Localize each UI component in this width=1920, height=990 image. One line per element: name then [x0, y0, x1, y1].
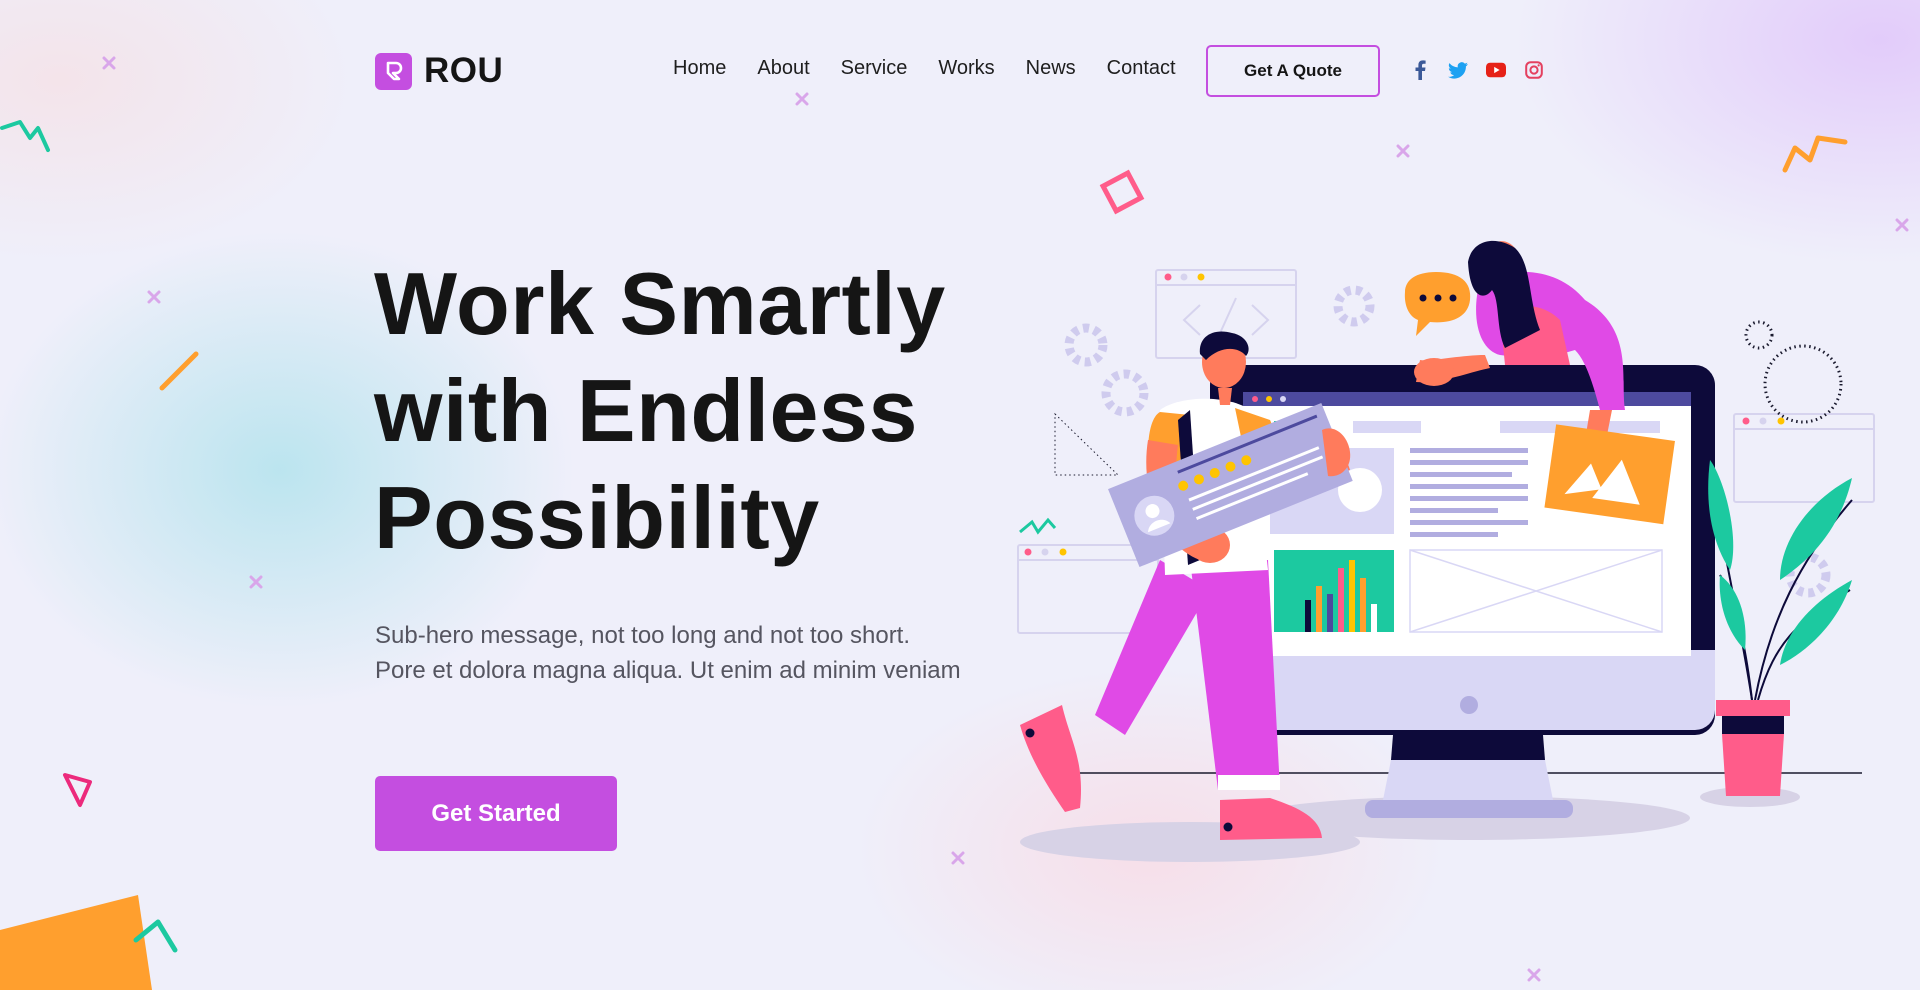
hero-subtitle: Sub-hero message, not too long and not t… [375, 622, 961, 684]
hero-title-line: with Endless [374, 361, 918, 460]
social-links [1410, 60, 1544, 80]
plant-icon [1708, 459, 1853, 796]
get-a-quote-button[interactable]: Get A Quote [1206, 45, 1380, 97]
hero-title-line: Work Smartly [374, 254, 946, 353]
speech-bubble-icon [1404, 272, 1471, 336]
image-card-icon [1544, 424, 1675, 525]
youtube-icon[interactable] [1486, 60, 1506, 80]
landing-page: ROU Home About Service Works News Contac… [0, 0, 1920, 990]
hero-title-line: Possibility [374, 468, 820, 567]
nav-item-news[interactable]: News [1026, 57, 1076, 80]
instagram-icon[interactable] [1524, 60, 1544, 80]
zigzag-orange-icon [1782, 135, 1848, 173]
brand-name: ROU [424, 51, 504, 90]
zigzag-teal-icon [0, 120, 50, 152]
shoe-icon [1020, 705, 1081, 812]
nav-item-about[interactable]: About [757, 57, 809, 80]
nav-item-works[interactable]: Works [938, 57, 994, 80]
get-started-button[interactable]: Get Started [375, 776, 617, 851]
twitter-icon[interactable] [1448, 60, 1468, 80]
facebook-icon[interactable] [1410, 60, 1430, 80]
logo-mark-icon [375, 52, 412, 90]
main-nav: Home About Service Works News Contact [673, 57, 1176, 80]
line-orange-icon [159, 351, 199, 391]
triangle-pink-icon [63, 773, 92, 807]
hero-illustration [1017, 240, 1875, 862]
hero-title: Work Smartly with Endless Possibility [374, 250, 1014, 571]
nav-item-home[interactable]: Home [673, 57, 726, 80]
brand-logo[interactable]: ROU [375, 51, 503, 91]
nav-item-contact[interactable]: Contact [1107, 57, 1176, 80]
nav-item-service[interactable]: Service [841, 57, 908, 80]
zigzag-teal-icon [1019, 517, 1057, 535]
square-orange-icon [0, 895, 152, 990]
